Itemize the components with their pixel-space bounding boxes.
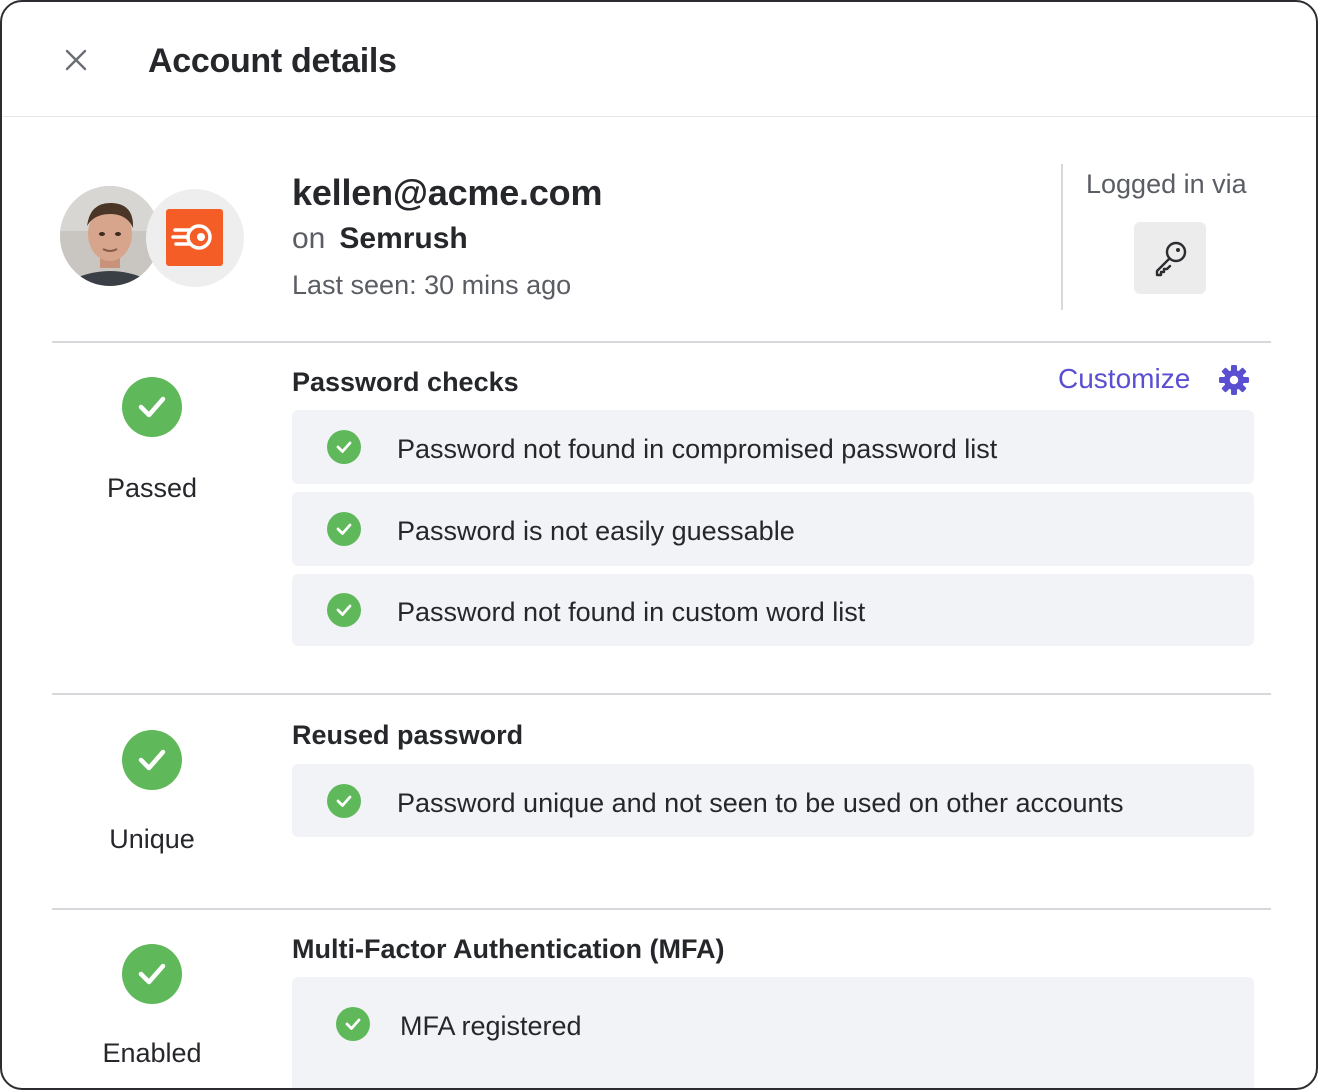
login-method-button[interactable] xyxy=(1134,222,1206,294)
check-icon xyxy=(327,430,361,464)
on-label: on xyxy=(292,222,326,255)
account-app-line: on Semrush xyxy=(292,222,468,256)
check-row: Password not found in custom word list xyxy=(292,574,1254,646)
customize-link[interactable]: Customize xyxy=(1058,363,1190,395)
reused-password-title: Reused password xyxy=(292,720,524,750)
account-email: kellen@acme.com xyxy=(292,172,603,213)
key-icon xyxy=(1155,241,1187,277)
app-name: Semrush xyxy=(339,222,468,255)
last-seen-text: Last seen: 30 mins ago xyxy=(292,270,572,300)
check-icon xyxy=(327,512,361,546)
enabled-status-icon xyxy=(122,944,182,1004)
reused-password-status: Unique xyxy=(109,824,195,854)
check-icon xyxy=(327,593,361,627)
settings-button[interactable] xyxy=(1218,364,1250,396)
mfa-status: Enabled xyxy=(102,1038,202,1068)
close-icon xyxy=(65,49,87,71)
check-icon xyxy=(336,1007,370,1041)
check-row-text: Password is not easily guessable xyxy=(397,516,795,546)
section-divider xyxy=(52,693,1271,695)
check-row-text: Password not found in compromised passwo… xyxy=(397,434,998,464)
check-row: Password unique and not seen to be used … xyxy=(292,764,1254,837)
mfa-title: Multi-Factor Authentication (MFA) xyxy=(292,934,725,964)
password-checks-title: Password checks xyxy=(292,367,519,397)
password-checks-status: Passed xyxy=(106,473,198,503)
check-row-text: MFA registered xyxy=(400,1011,582,1041)
gear-icon xyxy=(1219,365,1249,395)
user-avatar xyxy=(60,186,160,286)
passed-status-icon xyxy=(122,377,182,437)
account-details-panel: Account details kellen@acme.com on Semrus… xyxy=(0,0,1318,1090)
vertical-divider xyxy=(1061,164,1063,310)
semrush-logo-icon xyxy=(166,209,223,266)
check-row-text: Password not found in custom word list xyxy=(397,597,866,627)
check-row-text: Password unique and not seen to be used … xyxy=(397,788,1124,818)
section-divider xyxy=(52,341,1271,343)
panel-header: Account details xyxy=(2,2,1316,117)
mfa-details-box: MFA registered xyxy=(292,977,1254,1088)
page-title: Account details xyxy=(148,42,397,80)
check-row: Password is not easily guessable xyxy=(292,492,1254,566)
check-row: Password not found in compromised passwo… xyxy=(292,410,1254,484)
check-icon xyxy=(327,784,361,818)
app-avatar xyxy=(146,189,244,287)
section-divider xyxy=(52,908,1271,910)
close-button[interactable] xyxy=(58,42,94,78)
logged-in-via-label: Logged in via xyxy=(1086,169,1247,199)
unique-status-icon xyxy=(122,730,182,790)
